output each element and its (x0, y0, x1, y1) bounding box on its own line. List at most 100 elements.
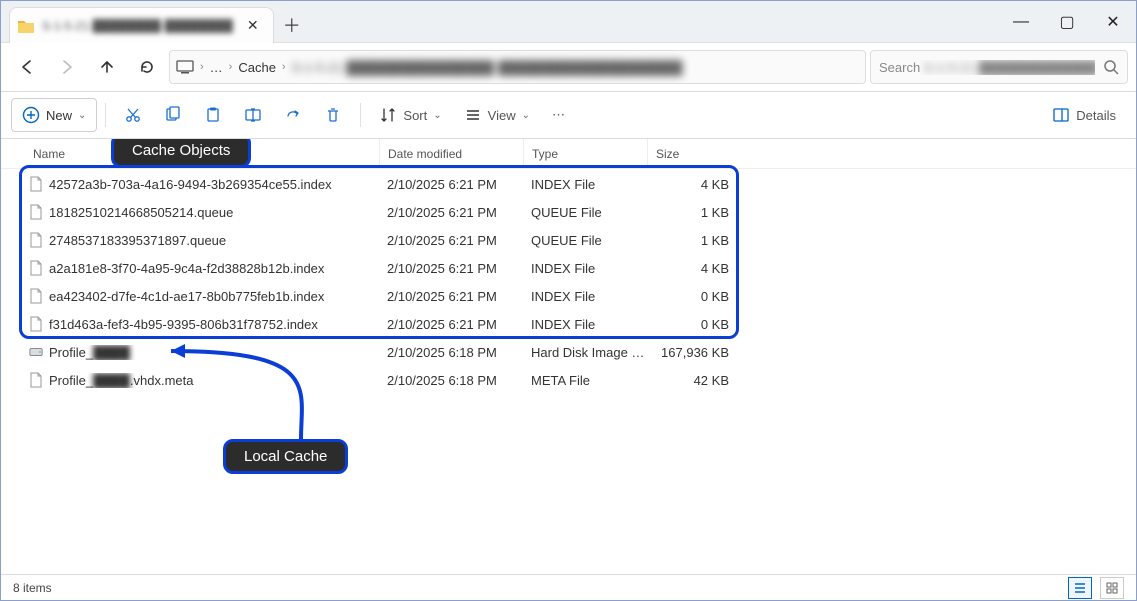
file-row[interactable]: ea423402-d7fe-4c1d-ae17-8b0b775feb1b.ind… (1, 282, 1136, 310)
share-button[interactable] (274, 98, 312, 132)
maximize-button[interactable]: ▢ (1044, 1, 1090, 42)
delete-button[interactable] (314, 98, 352, 132)
file-icon (27, 176, 45, 192)
file-row[interactable]: Profile_████.vhdx.meta2/10/2025 6:18 PMM… (1, 366, 1136, 394)
breadcrumb-overflow[interactable]: … (210, 60, 223, 75)
close-button[interactable]: ✕ (1090, 1, 1136, 42)
address-bar[interactable]: › … › Cache › S-1-5-21-████████████████-… (169, 50, 866, 84)
file-row[interactable]: Profile_████2/10/2025 6:18 PMHard Disk I… (1, 338, 1136, 366)
search-box[interactable]: Search S-1-5-21-█████████████ (870, 50, 1128, 84)
file-icon (27, 372, 45, 388)
search-icon (1103, 59, 1119, 75)
details-icon (1052, 106, 1070, 124)
file-type: INDEX File (523, 289, 647, 304)
file-date: 2/10/2025 6:18 PM (379, 345, 523, 360)
file-type: INDEX File (523, 177, 647, 192)
disk-icon (27, 344, 45, 360)
file-size: 4 KB (647, 177, 739, 192)
file-type: META File (523, 373, 647, 388)
paste-button[interactable] (194, 98, 232, 132)
view-icons-button[interactable] (1100, 577, 1124, 599)
file-name: 2748537183395371897.queue (49, 233, 379, 248)
status-count: 8 items (13, 581, 52, 595)
file-name: 42572a3b-703a-4a16-9494-3b269354ce55.ind… (49, 177, 379, 192)
content-area: Name Date modified Type Size 42572a3b-70… (1, 139, 1136, 574)
file-date: 2/10/2025 6:21 PM (379, 233, 523, 248)
copy-button[interactable] (154, 98, 192, 132)
file-size: 0 KB (647, 317, 739, 332)
pc-icon (176, 60, 194, 74)
plus-circle-icon (22, 106, 40, 124)
file-type: QUEUE File (523, 233, 647, 248)
view-details-button[interactable] (1068, 577, 1092, 599)
breadcrumb-current[interactable]: S-1-5-21-████████████████-██████████████… (292, 60, 683, 75)
file-date: 2/10/2025 6:21 PM (379, 205, 523, 220)
breadcrumb-cache[interactable]: Cache (238, 60, 276, 75)
file-date: 2/10/2025 6:21 PM (379, 261, 523, 276)
file-type: INDEX File (523, 317, 647, 332)
file-size: 1 KB (647, 233, 739, 248)
file-list[interactable]: 42572a3b-703a-4a16-9494-3b269354ce55.ind… (1, 170, 1136, 574)
file-type: QUEUE File (523, 205, 647, 220)
rename-icon (244, 106, 262, 124)
file-name: 1818251021466850521­4.queue (49, 205, 379, 220)
file-name: Profile_████.vhdx.meta (49, 373, 379, 388)
folder-icon (18, 19, 34, 33)
file-name: a2a181e8-3f70-4a95-9c4a-f2d38828b12b.ind… (49, 261, 379, 276)
minimize-button[interactable]: — (998, 1, 1044, 42)
window-controls: — ▢ ✕ (998, 1, 1136, 42)
tab-current[interactable]: S-1-5-21-████████-████████ ✕ (9, 7, 274, 43)
col-date[interactable]: Date modified (379, 139, 523, 168)
file-size: 42 KB (647, 373, 739, 388)
search-placeholder: Search S-1-5-21-█████████████ (879, 60, 1095, 75)
new-tab-button[interactable]: ＋ (274, 7, 310, 42)
file-size: 0 KB (647, 289, 739, 304)
nav-row: › … › Cache › S-1-5-21-████████████████-… (1, 43, 1136, 91)
view-button[interactable]: View ⌄ (454, 98, 540, 132)
explorer-window: S-1-5-21-████████-████████ ✕ ＋ — ▢ ✕ (0, 0, 1137, 601)
file-icon (27, 316, 45, 332)
trash-icon (324, 106, 342, 124)
new-button[interactable]: New ⌄ (11, 98, 97, 132)
rename-button[interactable] (234, 98, 272, 132)
file-row[interactable]: a2a181e8-3f70-4a95-9c4a-f2d38828b12b.ind… (1, 254, 1136, 282)
status-bar: 8 items (1, 574, 1136, 600)
more-button[interactable]: ⋯ (542, 98, 575, 132)
col-size[interactable]: Size (647, 139, 739, 168)
details-pane-button[interactable]: Details (1042, 98, 1126, 132)
forward-button[interactable] (49, 49, 85, 85)
up-button[interactable] (89, 49, 125, 85)
copy-icon (164, 106, 182, 124)
file-icon (27, 260, 45, 276)
file-name: Profile_████ (49, 345, 379, 360)
file-row[interactable]: 42572a3b-703a-4a16-9494-3b269354ce55.ind… (1, 170, 1136, 198)
file-size: 4 KB (647, 261, 739, 276)
toolbar: New ⌄ Sort ⌄ View ⌄ (1, 91, 1136, 139)
file-date: 2/10/2025 6:21 PM (379, 317, 523, 332)
file-icon (27, 204, 45, 220)
file-date: 2/10/2025 6:21 PM (379, 289, 523, 304)
view-icon (464, 106, 482, 124)
back-button[interactable] (9, 49, 45, 85)
sort-button[interactable]: Sort ⌄ (369, 98, 451, 132)
file-date: 2/10/2025 6:21 PM (379, 177, 523, 192)
annotation-cache-label: Cache Objects (111, 139, 251, 168)
titlebar: S-1-5-21-████████-████████ ✕ ＋ — ▢ ✕ (1, 1, 1136, 43)
file-name: f31d463a-fef3-4b95-9395-806b31f78752.ind… (49, 317, 379, 332)
file-row[interactable]: 1818251021466850521­4.queue2/10/2025 6:2… (1, 198, 1136, 226)
clipboard-icon (204, 106, 222, 124)
file-name: ea423402-d7fe-4c1d-ae17-8b0b775feb1b.ind… (49, 289, 379, 304)
annotation-local-cache-label: Local Cache (223, 439, 348, 474)
file-type: INDEX File (523, 261, 647, 276)
file-row[interactable]: 2748537183395371897.queue2/10/2025 6:21 … (1, 226, 1136, 254)
file-row[interactable]: f31d463a-fef3-4b95-9395-806b31f78752.ind… (1, 310, 1136, 338)
file-icon (27, 288, 45, 304)
tab-title: S-1-5-21-████████-████████ (42, 19, 233, 33)
col-type[interactable]: Type (523, 139, 647, 168)
file-size: 1 KB (647, 205, 739, 220)
share-icon (284, 106, 302, 124)
scissors-icon (124, 106, 142, 124)
cut-button[interactable] (114, 98, 152, 132)
tab-close-button[interactable]: ✕ (241, 14, 265, 38)
refresh-button[interactable] (129, 49, 165, 85)
